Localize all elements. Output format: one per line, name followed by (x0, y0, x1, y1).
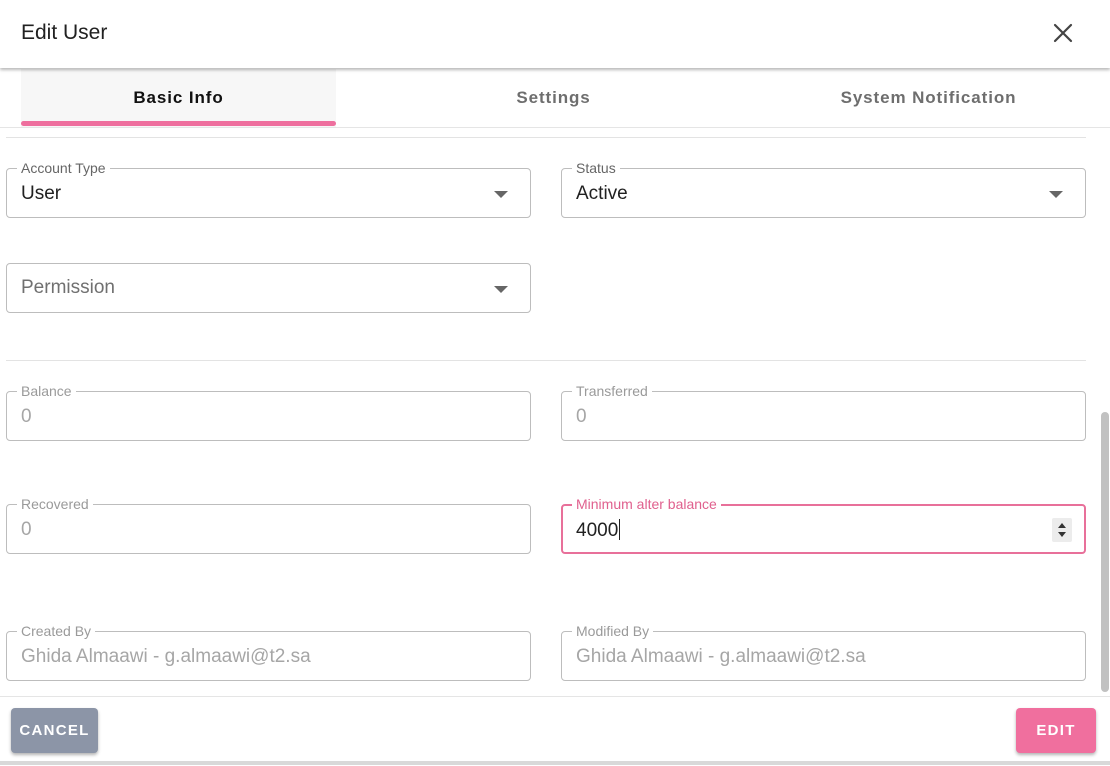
created-by-value: Ghida Almaawi - g.almaawi@t2.sa (21, 646, 311, 667)
text-cursor (619, 519, 621, 540)
account-type-select[interactable]: Account Type User (6, 160, 531, 218)
stepper-down-icon[interactable] (1058, 532, 1066, 537)
balance-label: Balance (17, 383, 76, 399)
recovered-field[interactable]: Recovered 0 (6, 496, 531, 554)
dialog-header: Edit User (0, 0, 1110, 68)
balance-value: 0 (21, 406, 32, 427)
stepper-up-icon[interactable] (1058, 523, 1066, 528)
permission-select[interactable]: Permission (6, 263, 531, 313)
tab-bar: Basic Info Settings System Notification (0, 69, 1110, 128)
chevron-down-icon (1049, 191, 1063, 198)
section-divider (6, 137, 1086, 138)
recovered-label: Recovered (17, 496, 93, 512)
created-by-field[interactable]: Created By Ghida Almaawi - g.almaawi@t2.… (6, 623, 531, 681)
cancel-button[interactable]: CANCEL (11, 708, 98, 753)
recovered-value: 0 (21, 519, 32, 540)
account-type-label: Account Type (17, 160, 110, 176)
bottom-edge (0, 761, 1110, 765)
dialog-footer: CANCEL EDIT (0, 696, 1110, 766)
number-stepper[interactable] (1052, 518, 1072, 542)
transferred-field[interactable]: Transferred 0 (561, 383, 1086, 441)
permission-placeholder: Permission (21, 277, 115, 298)
tab-system-notification[interactable]: System Notification (741, 69, 1110, 127)
close-icon[interactable] (1050, 20, 1076, 46)
transferred-value: 0 (576, 406, 587, 427)
edit-button[interactable]: EDIT (1016, 708, 1096, 753)
status-select[interactable]: Status Active (561, 160, 1086, 218)
account-type-value: User (21, 183, 62, 204)
status-label: Status (572, 160, 620, 176)
minimum-alter-balance-value: 4000 (576, 520, 619, 541)
created-by-label: Created By (17, 623, 96, 639)
scrollbar[interactable] (1101, 412, 1109, 692)
minimum-alter-balance-label: Minimum alter balance (572, 496, 721, 512)
modified-by-field[interactable]: Modified By Ghida Almaawi - g.almaawi@t2… (561, 623, 1086, 681)
modified-by-value: Ghida Almaawi - g.almaawi@t2.sa (576, 646, 866, 667)
transferred-label: Transferred (572, 383, 652, 399)
dialog-title: Edit User (21, 21, 108, 44)
section-divider (6, 360, 1086, 361)
chevron-down-icon (494, 286, 508, 293)
tab-settings[interactable]: Settings (366, 69, 741, 127)
minimum-alter-balance-value-wrap: 4000 (576, 519, 621, 542)
chevron-down-icon (494, 191, 508, 198)
minimum-alter-balance-input[interactable]: Minimum alter balance 4000 (561, 496, 1086, 554)
active-tab-indicator (21, 121, 336, 126)
status-value: Active (576, 183, 628, 204)
modified-by-label: Modified By (572, 623, 654, 639)
tab-basic-info[interactable]: Basic Info (21, 69, 336, 127)
balance-field[interactable]: Balance 0 (6, 383, 531, 441)
